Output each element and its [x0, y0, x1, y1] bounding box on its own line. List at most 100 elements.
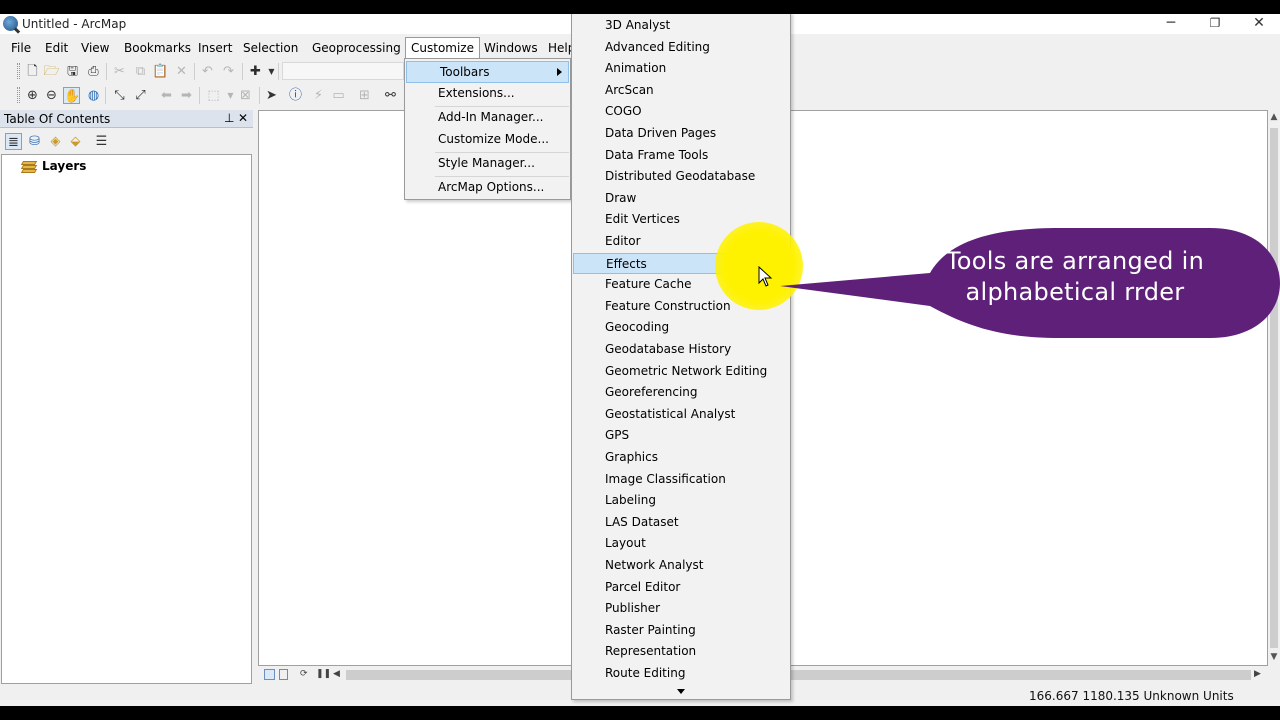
toolbar-option-georeferencing[interactable]: Georeferencing — [572, 382, 790, 403]
paste-icon[interactable]: 📋 — [152, 63, 169, 80]
clear-selection-icon[interactable]: ⊠ — [237, 87, 254, 104]
save-icon[interactable]: 🖫 — [64, 63, 81, 80]
menu-item-customize-mode[interactable]: Customize Mode... — [405, 129, 570, 151]
menu-edit[interactable]: Edit — [45, 39, 68, 59]
layout-view-icon[interactable] — [279, 669, 288, 680]
scroll-left-icon[interactable]: ◀ — [333, 669, 340, 679]
toolbar-option-raster-painting[interactable]: Raster Painting — [572, 620, 790, 641]
measure-icon[interactable]: ⊞ — [356, 87, 373, 104]
toolbar-option-advanced-editing[interactable]: Advanced Editing — [572, 37, 790, 58]
menu-geoprocessing[interactable]: Geoprocessing — [312, 39, 401, 59]
refresh-icon[interactable]: ⟳ — [300, 669, 308, 679]
data-view-icon[interactable] — [264, 669, 275, 680]
menu-item-arcmap-options[interactable]: ArcMap Options... — [405, 177, 570, 199]
toolbar-option-animation[interactable]: Animation — [572, 58, 790, 79]
select-features-icon[interactable]: ⬚ — [205, 87, 222, 104]
coordinate-readout: 166.667 1180.135 Unknown Units — [1029, 689, 1234, 703]
toolbar-grip[interactable] — [17, 87, 20, 103]
fixed-zoom-in-icon[interactable]: ⤡ — [111, 87, 128, 104]
print-icon[interactable]: ⎙ — [85, 63, 102, 80]
close-button[interactable]: ✕ — [1237, 14, 1280, 34]
toolbar-option-layout[interactable]: Layout — [572, 533, 790, 554]
toolbar-option-parcel-editor[interactable]: Parcel Editor — [572, 577, 790, 598]
toolbar-option-arcscan[interactable]: ArcScan — [572, 80, 790, 101]
scroll-thumb[interactable] — [1270, 128, 1278, 648]
menu-customize[interactable]: Customize — [405, 37, 480, 58]
new-document-icon[interactable]: 🗋 — [24, 63, 41, 80]
redo-icon[interactable]: ↷ — [220, 63, 237, 80]
menu-view[interactable]: View — [81, 39, 109, 59]
toolbar-grip[interactable] — [17, 63, 20, 79]
toolbar-option-graphics[interactable]: Graphics — [572, 447, 790, 468]
restore-button[interactable]: ❐ — [1193, 14, 1237, 34]
add-data-icon[interactable]: ✚ — [247, 63, 264, 80]
cut-icon[interactable]: ✂ — [111, 63, 128, 80]
scroll-up-icon[interactable]: ▲ — [1268, 112, 1280, 122]
hyperlink-icon[interactable]: ⚡ — [310, 87, 327, 104]
callout-text: Tools are arranged in alphabetical rrder — [872, 246, 1278, 308]
pan-icon[interactable]: ✋ — [63, 87, 80, 104]
pause-drawing-icon[interactable]: ❚❚ — [316, 669, 331, 679]
html-popup-icon[interactable]: ▭ — [330, 87, 347, 104]
toolbar-option-gps[interactable]: GPS — [572, 425, 790, 446]
fixed-zoom-out-icon[interactable]: ⤢ — [132, 87, 149, 104]
list-by-drawing-order-icon[interactable]: ≣ — [5, 133, 22, 150]
toolbar-option-data-frame-tools[interactable]: Data Frame Tools — [572, 145, 790, 166]
forward-extent-icon[interactable]: ➡ — [178, 87, 195, 104]
select-elements-arrow-icon[interactable]: ➤ — [263, 87, 280, 104]
submenu-arrow-icon — [557, 68, 562, 76]
menu-bookmarks[interactable]: Bookmarks — [124, 39, 191, 59]
menu-item-add-in-manager[interactable]: Add-In Manager... — [405, 107, 570, 129]
toolbar-option-draw[interactable]: Draw — [572, 188, 790, 209]
horizontal-scroll-thumb[interactable] — [346, 670, 1251, 680]
toolbar-option-representation[interactable]: Representation — [572, 641, 790, 662]
list-by-source-icon[interactable]: ⛁ — [26, 133, 43, 150]
toolbar-option-geometric-network-editing[interactable]: Geometric Network Editing — [572, 361, 790, 382]
zoom-in-icon[interactable]: ⊕ — [24, 87, 41, 104]
back-extent-icon[interactable]: ⬅ — [158, 87, 175, 104]
toc-header: Table Of Contents ⊥ ✕ — [0, 110, 253, 128]
toc-toolbar: ≣ ⛁ ◈ ⬙ ☰ — [0, 129, 253, 153]
menu-file[interactable]: File — [11, 39, 31, 59]
menu-selection[interactable]: Selection — [243, 39, 298, 59]
menu-item-style-manager[interactable]: Style Manager... — [405, 153, 570, 175]
toolbar-option-image-classification[interactable]: Image Classification — [572, 469, 790, 490]
toolbar-option-geostatistical-analyst[interactable]: Geostatistical Analyst — [572, 404, 790, 425]
map-scale-combo[interactable] — [282, 62, 404, 80]
menu-item-label: Toolbars — [440, 65, 490, 79]
scroll-right-icon[interactable]: ▶ — [1254, 669, 1261, 679]
toolbar-option-route-editing[interactable]: Route Editing — [572, 663, 790, 684]
more-items-arrow-icon[interactable] — [677, 689, 685, 694]
toolbar-option-publisher[interactable]: Publisher — [572, 598, 790, 619]
toolbar-option-las-dataset[interactable]: LAS Dataset — [572, 512, 790, 533]
full-extent-globe-icon[interactable]: ◍ — [85, 87, 102, 104]
map-vertical-scrollbar[interactable]: ▲ ▼ — [1268, 110, 1280, 666]
list-by-visibility-icon[interactable]: ◈ — [47, 133, 64, 150]
toolbar-option-data-driven-pages[interactable]: Data Driven Pages — [572, 123, 790, 144]
undo-icon[interactable]: ↶ — [199, 63, 216, 80]
open-folder-icon[interactable]: 🗁 — [43, 63, 60, 80]
zoom-out-icon[interactable]: ⊖ — [43, 87, 60, 104]
menu-insert[interactable]: Insert — [198, 39, 232, 59]
menu-item-toolbars[interactable]: Toolbars — [406, 61, 569, 83]
toolbar-option-cogo[interactable]: COGO — [572, 101, 790, 122]
layers-data-frame[interactable]: Layers — [42, 159, 86, 173]
copy-icon[interactable]: ⧉ — [132, 63, 149, 80]
toc-close-icon[interactable]: ✕ — [238, 111, 248, 125]
minimize-button[interactable]: ─ — [1149, 14, 1193, 34]
arcmap-logo-icon — [3, 16, 18, 31]
toolbar-option-3d-analyst[interactable]: 3D Analyst — [572, 15, 790, 36]
menu-item-extensions[interactable]: Extensions... — [405, 83, 570, 105]
delete-icon[interactable]: ✕ — [173, 63, 190, 80]
toolbar-option-geodatabase-history[interactable]: Geodatabase History — [572, 339, 790, 360]
scroll-down-icon[interactable]: ▼ — [1268, 652, 1280, 662]
identify-icon[interactable]: ⓘ — [287, 87, 304, 104]
toc-options-icon[interactable]: ☰ — [93, 133, 110, 150]
list-by-selection-icon[interactable]: ⬙ — [67, 133, 84, 150]
toolbar-option-network-analyst[interactable]: Network Analyst — [572, 555, 790, 576]
find-binoculars-icon[interactable]: ⚯ — [382, 87, 399, 104]
toolbar-option-distributed-geodatabase[interactable]: Distributed Geodatabase — [572, 166, 790, 187]
pin-icon[interactable]: ⊥ — [224, 111, 234, 125]
menu-windows[interactable]: Windows — [484, 39, 538, 59]
toolbar-option-labeling[interactable]: Labeling — [572, 490, 790, 511]
